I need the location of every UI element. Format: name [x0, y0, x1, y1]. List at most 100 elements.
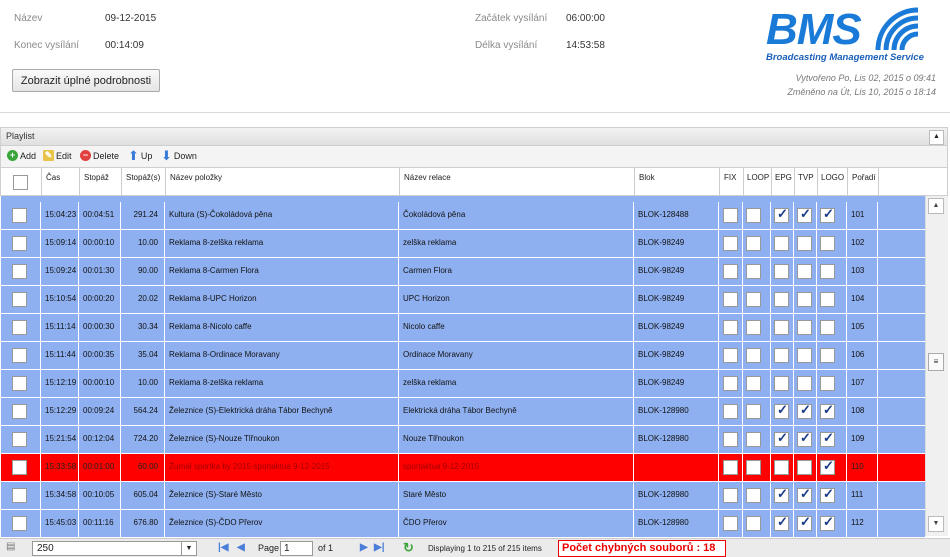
- collapse-panel-button[interactable]: ▲: [929, 130, 944, 145]
- next-page-icon[interactable]: ▶: [360, 542, 368, 553]
- col-stopaz-s[interactable]: Stopáž(s): [126, 173, 160, 182]
- logo-checkbox[interactable]: [820, 376, 835, 391]
- epg-checkbox[interactable]: [774, 348, 789, 363]
- col-poradi[interactable]: Pořadí: [852, 173, 876, 182]
- row-select-checkbox[interactable]: [12, 488, 27, 503]
- fix-checkbox[interactable]: [723, 348, 738, 363]
- row-select-checkbox[interactable]: [12, 320, 27, 335]
- table-row[interactable]: 15:33:58 00:01:00 60.00 Žurnál sportka by 2…: [1, 454, 925, 482]
- fix-checkbox[interactable]: [723, 488, 738, 503]
- page-size-select[interactable]: 250 ▼: [32, 541, 197, 556]
- tvp-checkbox[interactable]: [797, 292, 812, 307]
- logo-checkbox[interactable]: [820, 292, 835, 307]
- epg-checkbox[interactable]: [774, 264, 789, 279]
- col-loop[interactable]: LOOP: [747, 173, 769, 182]
- loop-checkbox[interactable]: [746, 516, 761, 531]
- row-select-checkbox[interactable]: [12, 208, 27, 223]
- loop-checkbox[interactable]: [746, 264, 761, 279]
- row-select-checkbox[interactable]: [12, 376, 27, 391]
- up-button[interactable]: ⬆ Up: [128, 149, 152, 162]
- page-number-input[interactable]: 1: [280, 541, 313, 556]
- logo-checkbox[interactable]: [820, 320, 835, 335]
- prev-page-icon[interactable]: ◀: [237, 542, 245, 553]
- epg-checkbox[interactable]: [774, 486, 789, 503]
- fix-checkbox[interactable]: [723, 460, 738, 475]
- loop-checkbox[interactable]: [746, 432, 761, 447]
- loop-checkbox[interactable]: [746, 208, 761, 223]
- row-select-checkbox[interactable]: [12, 236, 27, 251]
- row-select-checkbox[interactable]: [12, 348, 27, 363]
- epg-checkbox[interactable]: [774, 402, 789, 419]
- row-select-checkbox[interactable]: [12, 404, 27, 419]
- grid-scrollbar[interactable]: ▲ ≡ ▼: [925, 196, 948, 536]
- col-nazev-polozky[interactable]: Název položky: [170, 173, 222, 182]
- col-blok[interactable]: Blok: [639, 173, 655, 182]
- epg-checkbox[interactable]: [774, 292, 789, 307]
- loop-checkbox[interactable]: [746, 320, 761, 335]
- logo-checkbox[interactable]: [820, 348, 835, 363]
- table-row[interactable]: 15:12:29 00:09:24 564.24 Železnice (S)-Elek…: [1, 398, 925, 426]
- table-row[interactable]: 15:12:19 00:00:10 10.00 Reklama 8-zelška re…: [1, 370, 925, 398]
- epg-checkbox[interactable]: [774, 514, 789, 531]
- col-epg[interactable]: EPG: [775, 173, 792, 182]
- epg-checkbox[interactable]: [774, 206, 789, 223]
- tvp-checkbox[interactable]: [797, 430, 812, 447]
- logo-checkbox[interactable]: [820, 514, 835, 531]
- select-all-checkbox[interactable]: [13, 175, 28, 190]
- loop-checkbox[interactable]: [746, 236, 761, 251]
- table-row[interactable]: 15:11:44 00:00:35 35.04 Reklama 8-Ordinace …: [1, 342, 925, 370]
- col-nazev-relace[interactable]: Název relace: [404, 173, 451, 182]
- add-button[interactable]: + Add: [7, 150, 36, 161]
- logo-checkbox[interactable]: [820, 264, 835, 279]
- logo-checkbox[interactable]: [820, 458, 835, 475]
- tvp-checkbox[interactable]: [797, 514, 812, 531]
- loop-checkbox[interactable]: [746, 460, 761, 475]
- fix-checkbox[interactable]: [723, 404, 738, 419]
- show-details-button[interactable]: Zobrazit úplné podrobnosti: [12, 69, 160, 92]
- tvp-checkbox[interactable]: [797, 320, 812, 335]
- loop-checkbox[interactable]: [746, 348, 761, 363]
- table-row[interactable]: 15:34:58 00:10:05 605.04 Železnice (S)-Star…: [1, 482, 925, 510]
- tvp-checkbox[interactable]: [797, 402, 812, 419]
- epg-checkbox[interactable]: [774, 460, 789, 475]
- logo-checkbox[interactable]: [820, 402, 835, 419]
- col-cas[interactable]: Čas: [46, 173, 60, 182]
- last-page-icon[interactable]: ▶|: [374, 542, 385, 553]
- tvp-checkbox[interactable]: [797, 376, 812, 391]
- epg-checkbox[interactable]: [774, 376, 789, 391]
- fix-checkbox[interactable]: [723, 208, 738, 223]
- table-row[interactable]: 15:04:23 00:04:51 291.24 Kultura (S)-Čokolá…: [1, 202, 925, 230]
- logo-checkbox[interactable]: [820, 206, 835, 223]
- loop-checkbox[interactable]: [746, 376, 761, 391]
- delete-button[interactable]: − Delete: [80, 150, 119, 161]
- epg-checkbox[interactable]: [774, 236, 789, 251]
- tvp-checkbox[interactable]: [797, 460, 812, 475]
- down-button[interactable]: ⬇ Down: [161, 149, 197, 162]
- loop-checkbox[interactable]: [746, 488, 761, 503]
- table-row[interactable]: 15:21:54 00:12:04 724.20 Železnice (S)-Nouz…: [1, 426, 925, 454]
- row-select-checkbox[interactable]: [12, 292, 27, 307]
- row-select-checkbox[interactable]: [12, 264, 27, 279]
- table-row[interactable]: 15:10:54 00:00:20 20.02 Reklama 8-UPC Horiz…: [1, 286, 925, 314]
- scroll-up-icon[interactable]: ▲: [928, 198, 944, 214]
- tvp-checkbox[interactable]: [797, 264, 812, 279]
- table-row[interactable]: 15:09:24 00:01:30 90.00 Reklama 8-Carmen Fl…: [1, 258, 925, 286]
- row-select-checkbox[interactable]: [12, 432, 27, 447]
- scroll-down-icon[interactable]: ▼: [928, 516, 944, 532]
- logo-checkbox[interactable]: [820, 486, 835, 503]
- table-row[interactable]: 15:11:14 00:00:30 30.34 Reklama 8-Nicolo ca…: [1, 314, 925, 342]
- col-fix[interactable]: FIX: [724, 173, 736, 182]
- loop-checkbox[interactable]: [746, 404, 761, 419]
- epg-checkbox[interactable]: [774, 430, 789, 447]
- row-select-checkbox[interactable]: [12, 460, 27, 475]
- fix-checkbox[interactable]: [723, 376, 738, 391]
- refresh-icon[interactable]: ↻: [403, 540, 414, 556]
- fix-checkbox[interactable]: [723, 320, 738, 335]
- epg-checkbox[interactable]: [774, 320, 789, 335]
- fix-checkbox[interactable]: [723, 516, 738, 531]
- col-stopaz[interactable]: Stopáž: [84, 173, 109, 182]
- tvp-checkbox[interactable]: [797, 486, 812, 503]
- col-logo[interactable]: LOGO: [821, 173, 844, 182]
- fix-checkbox[interactable]: [723, 264, 738, 279]
- first-page-icon[interactable]: |◀: [218, 542, 229, 553]
